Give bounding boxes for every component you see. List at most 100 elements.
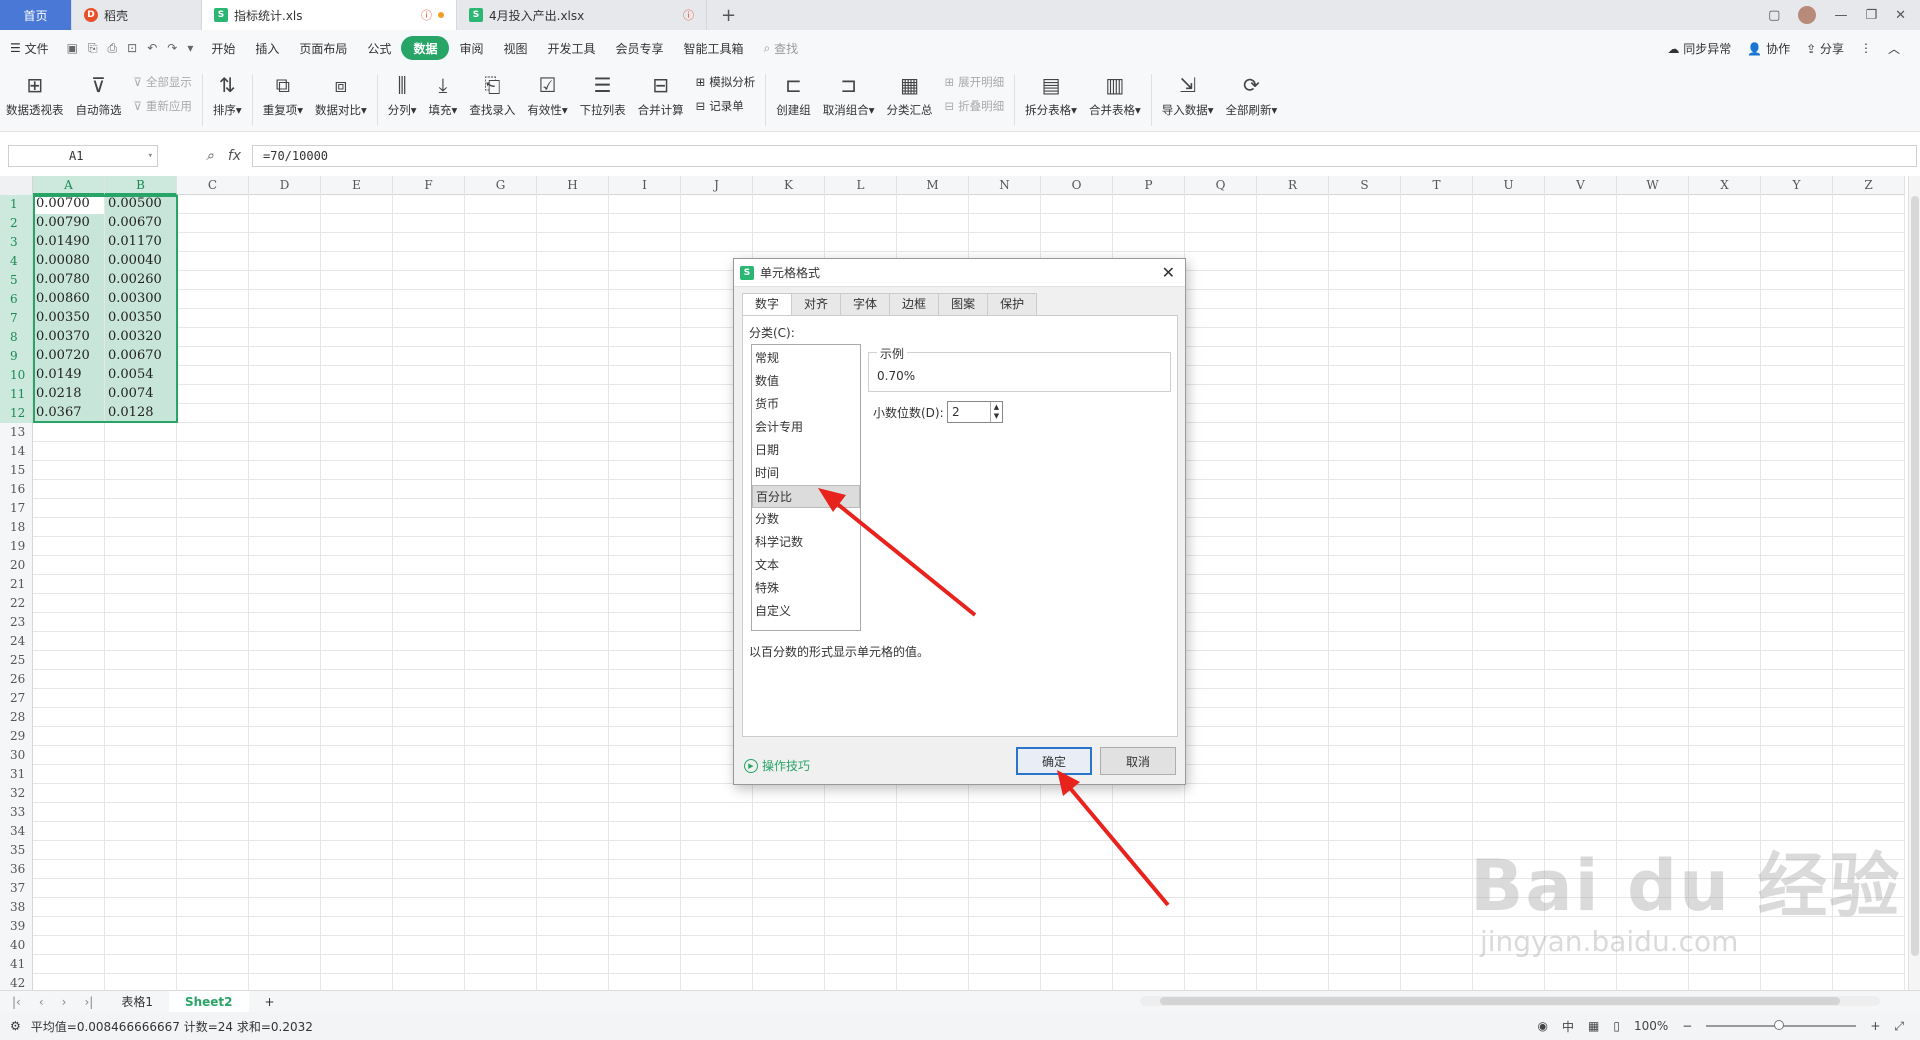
grid-cell[interactable] bbox=[1257, 746, 1329, 765]
grid-cell[interactable] bbox=[105, 841, 177, 860]
grid-cell[interactable] bbox=[1185, 461, 1257, 480]
grid-cell[interactable] bbox=[177, 404, 249, 423]
grid-cell[interactable] bbox=[465, 898, 537, 917]
grid-cell[interactable] bbox=[321, 347, 393, 366]
grid-cell[interactable] bbox=[825, 936, 897, 955]
grid-cell[interactable] bbox=[177, 974, 249, 990]
grid-cell[interactable] bbox=[609, 632, 681, 651]
grid-cell[interactable] bbox=[1401, 499, 1473, 518]
grid-cell[interactable] bbox=[1689, 556, 1761, 575]
menu-view[interactable]: 视图 bbox=[493, 36, 537, 60]
column-header[interactable]: Q bbox=[1185, 176, 1257, 195]
grid-cell[interactable] bbox=[1329, 917, 1401, 936]
grid-cell[interactable] bbox=[1617, 309, 1689, 328]
grid-cell[interactable] bbox=[321, 328, 393, 347]
grid-cell[interactable] bbox=[537, 594, 609, 613]
grid-cell[interactable] bbox=[1689, 537, 1761, 556]
grid-cell[interactable] bbox=[465, 271, 537, 290]
grid-cell[interactable] bbox=[1041, 214, 1113, 233]
grid-cell[interactable] bbox=[393, 860, 465, 879]
grid-cell[interactable] bbox=[1545, 309, 1617, 328]
row-header[interactable]: 2 bbox=[0, 214, 33, 233]
grid-cell[interactable] bbox=[825, 214, 897, 233]
vertical-scrollbar[interactable] bbox=[1908, 176, 1920, 990]
grid-cell[interactable] bbox=[1473, 765, 1545, 784]
grid-cell[interactable] bbox=[1761, 746, 1833, 765]
group-button[interactable]: ⊏ 创建组 bbox=[770, 70, 817, 118]
grid-cell[interactable] bbox=[537, 670, 609, 689]
grid-cell[interactable] bbox=[1401, 879, 1473, 898]
grid-cell[interactable] bbox=[1329, 803, 1401, 822]
grid-cell[interactable] bbox=[393, 556, 465, 575]
column-header[interactable]: G bbox=[465, 176, 537, 195]
grid-cell[interactable] bbox=[321, 385, 393, 404]
grid-cell[interactable] bbox=[1257, 594, 1329, 613]
more-menu-icon[interactable]: ⋮ bbox=[1860, 41, 1872, 55]
grid-cell[interactable] bbox=[681, 917, 753, 936]
grid-cell[interactable] bbox=[393, 347, 465, 366]
grid-cell[interactable] bbox=[105, 708, 177, 727]
grid-cell[interactable] bbox=[321, 404, 393, 423]
grid-cell[interactable] bbox=[249, 575, 321, 594]
tab-count-icon[interactable]: ▢ bbox=[1768, 8, 1780, 23]
grid-cell[interactable] bbox=[1545, 290, 1617, 309]
grid-cell[interactable] bbox=[1473, 309, 1545, 328]
grid-cell[interactable] bbox=[1689, 309, 1761, 328]
grid-cell[interactable] bbox=[465, 195, 537, 214]
column-header[interactable]: M bbox=[897, 176, 969, 195]
grid-cell[interactable] bbox=[1545, 689, 1617, 708]
menu-developer[interactable]: 开发工具 bbox=[537, 36, 605, 60]
grid-cell[interactable] bbox=[177, 499, 249, 518]
row-header[interactable]: 13 bbox=[0, 423, 33, 442]
grid-cell[interactable] bbox=[249, 955, 321, 974]
grid-cell[interactable] bbox=[1329, 860, 1401, 879]
grid-cell[interactable] bbox=[537, 575, 609, 594]
grid-cell[interactable] bbox=[1545, 252, 1617, 271]
grid-cell[interactable] bbox=[1545, 727, 1617, 746]
grid-cell[interactable] bbox=[753, 822, 825, 841]
grid-cell[interactable] bbox=[105, 651, 177, 670]
grid-cell[interactable] bbox=[1401, 404, 1473, 423]
grid-cell[interactable] bbox=[177, 271, 249, 290]
grid-cell[interactable] bbox=[105, 879, 177, 898]
grid-cell[interactable] bbox=[321, 898, 393, 917]
grid-cell[interactable] bbox=[1113, 822, 1185, 841]
grid-cell[interactable] bbox=[393, 765, 465, 784]
grid-cell[interactable] bbox=[1689, 195, 1761, 214]
grid-cell[interactable] bbox=[465, 632, 537, 651]
validity-button[interactable]: ☑ 有效性▾ bbox=[521, 70, 573, 118]
grid-cell[interactable] bbox=[1329, 879, 1401, 898]
grid-cell[interactable] bbox=[609, 214, 681, 233]
grid-cell[interactable] bbox=[1473, 537, 1545, 556]
column-header[interactable]: E bbox=[321, 176, 393, 195]
grid-cell[interactable] bbox=[1617, 974, 1689, 990]
grid-cell[interactable] bbox=[609, 746, 681, 765]
grid-cell[interactable] bbox=[393, 195, 465, 214]
grid-cell[interactable] bbox=[33, 651, 105, 670]
grid-cell[interactable] bbox=[1113, 841, 1185, 860]
row-header[interactable]: 11 bbox=[0, 385, 33, 404]
grid-cell[interactable] bbox=[249, 879, 321, 898]
grid-cell[interactable] bbox=[1833, 404, 1905, 423]
grid-cell[interactable] bbox=[1617, 765, 1689, 784]
grid-cell[interactable] bbox=[1185, 898, 1257, 917]
grid-cell[interactable] bbox=[33, 898, 105, 917]
name-box[interactable]: A1 ▾ bbox=[8, 145, 158, 167]
grid-cell[interactable] bbox=[1833, 575, 1905, 594]
grid-cell[interactable] bbox=[609, 765, 681, 784]
grid-cell[interactable] bbox=[33, 746, 105, 765]
grid-cell[interactable] bbox=[465, 936, 537, 955]
grid-cell[interactable] bbox=[1473, 613, 1545, 632]
grid-cell[interactable] bbox=[465, 974, 537, 990]
grid-cell[interactable] bbox=[1113, 784, 1185, 803]
grid-cell[interactable] bbox=[1833, 385, 1905, 404]
grid-cell[interactable] bbox=[1257, 518, 1329, 537]
collapse-ribbon-icon[interactable]: ︿ bbox=[1888, 40, 1900, 57]
category-item[interactable]: 常规 bbox=[752, 347, 860, 370]
grid-cell[interactable] bbox=[1185, 822, 1257, 841]
grid-cell[interactable] bbox=[969, 860, 1041, 879]
grid-cell[interactable] bbox=[249, 328, 321, 347]
grid-cell[interactable] bbox=[537, 442, 609, 461]
grid-cell[interactable] bbox=[1761, 518, 1833, 537]
grid-cell[interactable] bbox=[321, 841, 393, 860]
